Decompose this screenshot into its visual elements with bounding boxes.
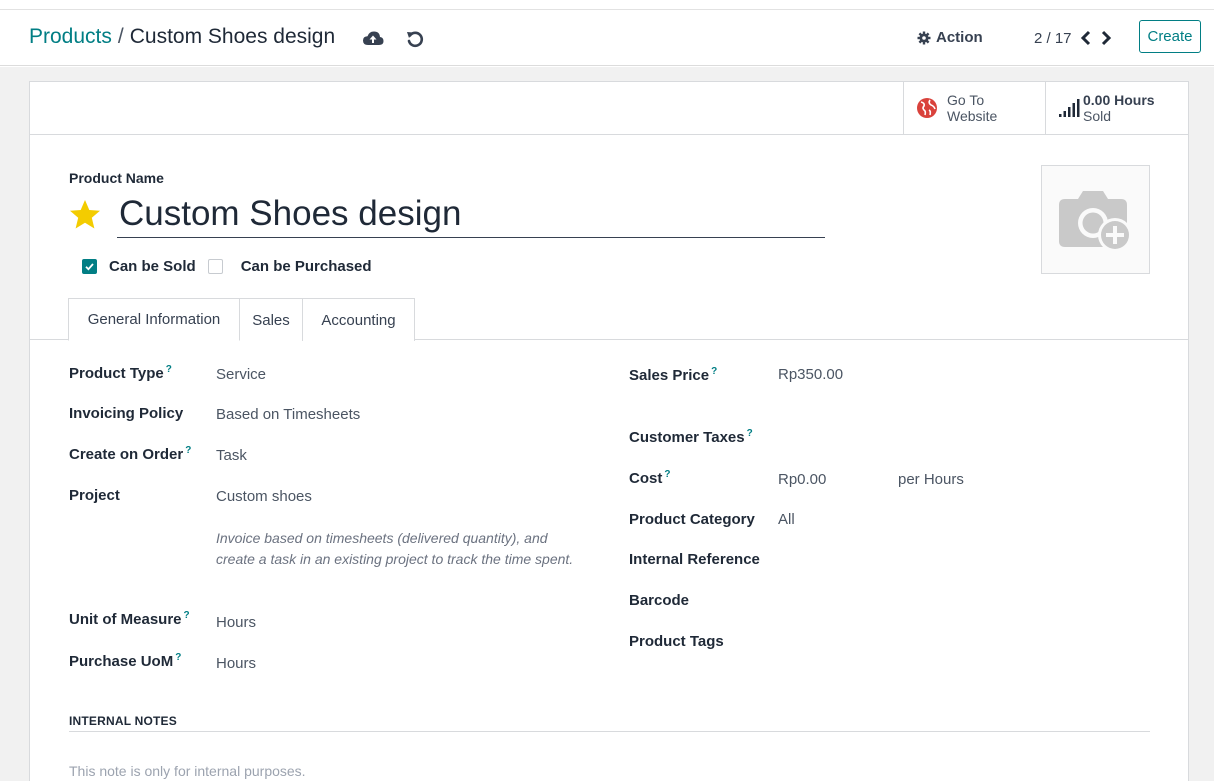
product-category-value[interactable]: All [778, 511, 795, 528]
internal-reference-input[interactable] [778, 551, 1178, 571]
sales-price-value[interactable]: Rp350.00 [778, 366, 843, 383]
customer-taxes-label: Customer Taxes? [629, 428, 753, 446]
create-on-order-value[interactable]: Task [216, 447, 247, 464]
breadcrumb-separator: / [117, 25, 124, 48]
check-icon [85, 263, 94, 271]
globe-icon [917, 98, 937, 118]
breadcrumb: Products / Custom Shoes design [29, 25, 335, 49]
help-tooltip[interactable]: ? [184, 610, 190, 621]
barcode-input[interactable] [778, 592, 1178, 612]
tab-accounting[interactable]: Accounting [303, 298, 415, 341]
cloud-upload-icon[interactable] [362, 28, 384, 50]
gear-icon [917, 31, 931, 44]
hours-sold-label: Sold [1083, 108, 1112, 124]
control-panel: Products / Custom Shoes design Action 2 / … [0, 11, 1214, 66]
can-be-sold-label: Can be Sold [109, 258, 196, 275]
service-policy-help-text: Invoice based on timesheets (delivered q… [216, 530, 574, 567]
go-to-website-button[interactable]: Go To Website [903, 82, 1045, 134]
pager-value[interactable]: 2 / 17 [1034, 30, 1072, 47]
help-tooltip[interactable]: ? [711, 366, 717, 377]
chevron-left-icon[interactable] [1078, 29, 1094, 47]
hours-sold-button[interactable]: 0.00 Hours Sold [1045, 82, 1188, 134]
purchase-uom-value[interactable]: Hours [216, 655, 256, 672]
website-line2: Website [947, 108, 998, 124]
product-category-label: Product Category [629, 511, 755, 528]
help-tooltip[interactable]: ? [747, 428, 753, 439]
hours-sold-value: 0.00 Hours [1083, 92, 1155, 108]
unit-of-measure-label: Unit of Measure? [69, 610, 190, 628]
create-on-order-label: Create on Order? [69, 445, 192, 463]
project-label: Project [69, 487, 120, 504]
help-tooltip[interactable]: ? [185, 445, 191, 456]
internal-reference-label: Internal Reference [629, 551, 760, 568]
product-name-label: Product Name [69, 170, 164, 186]
barcode-label: Barcode [629, 592, 690, 609]
chevron-right-icon[interactable] [1098, 29, 1114, 47]
star-icon[interactable] [68, 198, 102, 232]
invoicing-policy-value[interactable]: Based on Timesheets [216, 406, 360, 423]
smart-button-box: Go To Website 0.00 Hours Sold [30, 82, 1188, 135]
tab-sales[interactable]: Sales [240, 298, 303, 341]
help-tooltip[interactable]: ? [175, 652, 181, 663]
website-line1: Go To [947, 92, 985, 108]
can-be-purchased-label: Can be Purchased [240, 258, 372, 275]
cost-value[interactable]: Rp0.00 [778, 471, 826, 488]
undo-icon[interactable] [404, 28, 426, 50]
can-be-sold-checkbox[interactable] [82, 259, 97, 274]
product-flags-row: Can be Sold Can be Purchased [82, 258, 384, 275]
sales-price-label: Sales Price? [629, 366, 718, 384]
product-name-row: Custom Shoes design [68, 190, 828, 240]
project-value[interactable]: Custom shoes [216, 488, 312, 505]
product-type-label: Product Type? [69, 364, 172, 382]
action-menu-button[interactable]: Action [917, 29, 983, 46]
internal-notes-editor[interactable]: This note is only for internal purposes. [69, 763, 306, 779]
can-be-purchased-checkbox[interactable] [207, 259, 223, 274]
product-image-upload[interactable] [1041, 165, 1150, 274]
purchase-uom-label: Purchase UoM? [69, 652, 182, 670]
signal-bars-icon [1059, 99, 1080, 117]
camera-plus-icon [1058, 190, 1132, 252]
customer-taxes-input[interactable] [778, 428, 1178, 448]
invoicing-policy-label: Invoicing Policy [69, 405, 184, 422]
product-tags-input[interactable] [778, 633, 1178, 653]
cost-unit: per Hours [898, 471, 964, 488]
breadcrumb-current: Custom Shoes design [129, 25, 336, 48]
breadcrumb-products-link[interactable]: Products [29, 25, 112, 48]
help-tooltip[interactable]: ? [166, 364, 172, 375]
form-sheet: Go To Website 0.00 Hours Sold Product Na… [29, 81, 1189, 781]
product-tags-label: Product Tags [629, 633, 724, 650]
unit-of-measure-value[interactable]: Hours [216, 614, 256, 631]
product-type-value[interactable]: Service [216, 366, 266, 383]
product-name-input[interactable]: Custom Shoes design [117, 192, 825, 238]
form-tabs: General Information Sales Accounting [30, 298, 1188, 341]
cost-label: Cost? [629, 469, 671, 487]
help-tooltip[interactable]: ? [664, 469, 670, 480]
action-label: Action [936, 29, 983, 46]
create-button[interactable]: Create [1139, 20, 1201, 53]
internal-notes-heading: INTERNAL NOTES [69, 714, 177, 728]
tab-general-information[interactable]: General Information [68, 298, 240, 341]
internal-notes-divider [69, 731, 1150, 732]
top-edge [0, 0, 1214, 10]
